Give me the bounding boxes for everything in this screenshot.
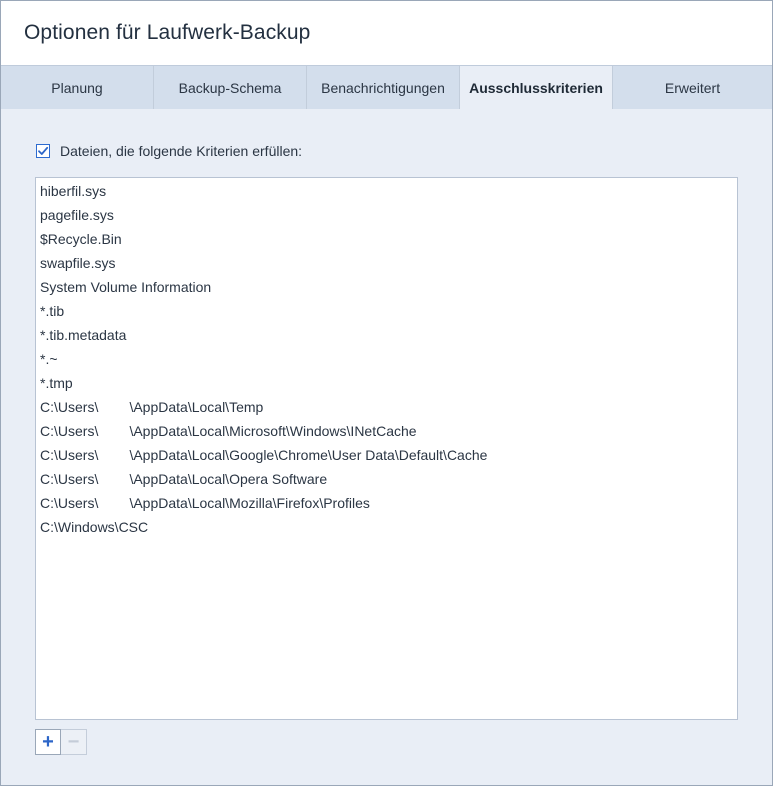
tab-benachrichtigungen[interactable]: Benachrichtigungen	[307, 66, 460, 109]
list-item[interactable]: hiberfil.sys	[36, 179, 737, 203]
list-item[interactable]: *.tib.metadata	[36, 323, 737, 347]
list-item[interactable]: swapfile.sys	[36, 251, 737, 275]
list-item[interactable]: C:\Users\ \AppData\Local\Google\Chrome\U…	[36, 443, 737, 467]
tab-backup-schema[interactable]: Backup-Schema	[154, 66, 307, 109]
tab-planung[interactable]: Planung	[1, 66, 154, 109]
title-bar: Optionen für Laufwerk-Backup	[1, 1, 772, 65]
exclude-files-checkbox[interactable]	[36, 144, 50, 158]
tab-erweitert[interactable]: Erweitert	[613, 66, 772, 109]
list-item[interactable]: *.tmp	[36, 371, 737, 395]
list-actions: + −	[35, 729, 87, 755]
exclude-files-label: Dateien, die folgende Kriterien erfüllen…	[60, 143, 303, 159]
list-item[interactable]: C:\Users\ \AppData\Local\Opera Software	[36, 467, 737, 491]
remove-criterion-button[interactable]: −	[61, 729, 87, 755]
list-item[interactable]: *.~	[36, 347, 737, 371]
checkmark-icon	[38, 146, 49, 155]
tab-bar: Planung Backup-Schema Benachrichtigungen…	[1, 65, 772, 109]
list-item[interactable]: C:\Users\ \AppData\Local\Microsoft\Windo…	[36, 419, 737, 443]
list-item[interactable]: System Volume Information	[36, 275, 737, 299]
dialog-title: Optionen für Laufwerk-Backup	[24, 21, 311, 44]
list-item[interactable]: C:\Users\ \AppData\Local\Mozilla\Firefox…	[36, 491, 737, 515]
list-item[interactable]: C:\Users\ \AppData\Local\Temp	[36, 395, 737, 419]
exclusion-list[interactable]: hiberfil.sys pagefile.sys $Recycle.Bin s…	[35, 177, 738, 720]
tab-ausschlusskriterien[interactable]: Ausschlusskriterien	[460, 66, 613, 109]
options-dialog: Optionen für Laufwerk-Backup Planung Bac…	[0, 0, 773, 786]
list-item[interactable]: *.tib	[36, 299, 737, 323]
list-item[interactable]: pagefile.sys	[36, 203, 737, 227]
list-item[interactable]: $Recycle.Bin	[36, 227, 737, 251]
list-item[interactable]: C:\Windows\CSC	[36, 515, 737, 539]
exclude-files-option[interactable]: Dateien, die folgende Kriterien erfüllen…	[36, 143, 302, 159]
add-criterion-button[interactable]: +	[35, 729, 61, 755]
